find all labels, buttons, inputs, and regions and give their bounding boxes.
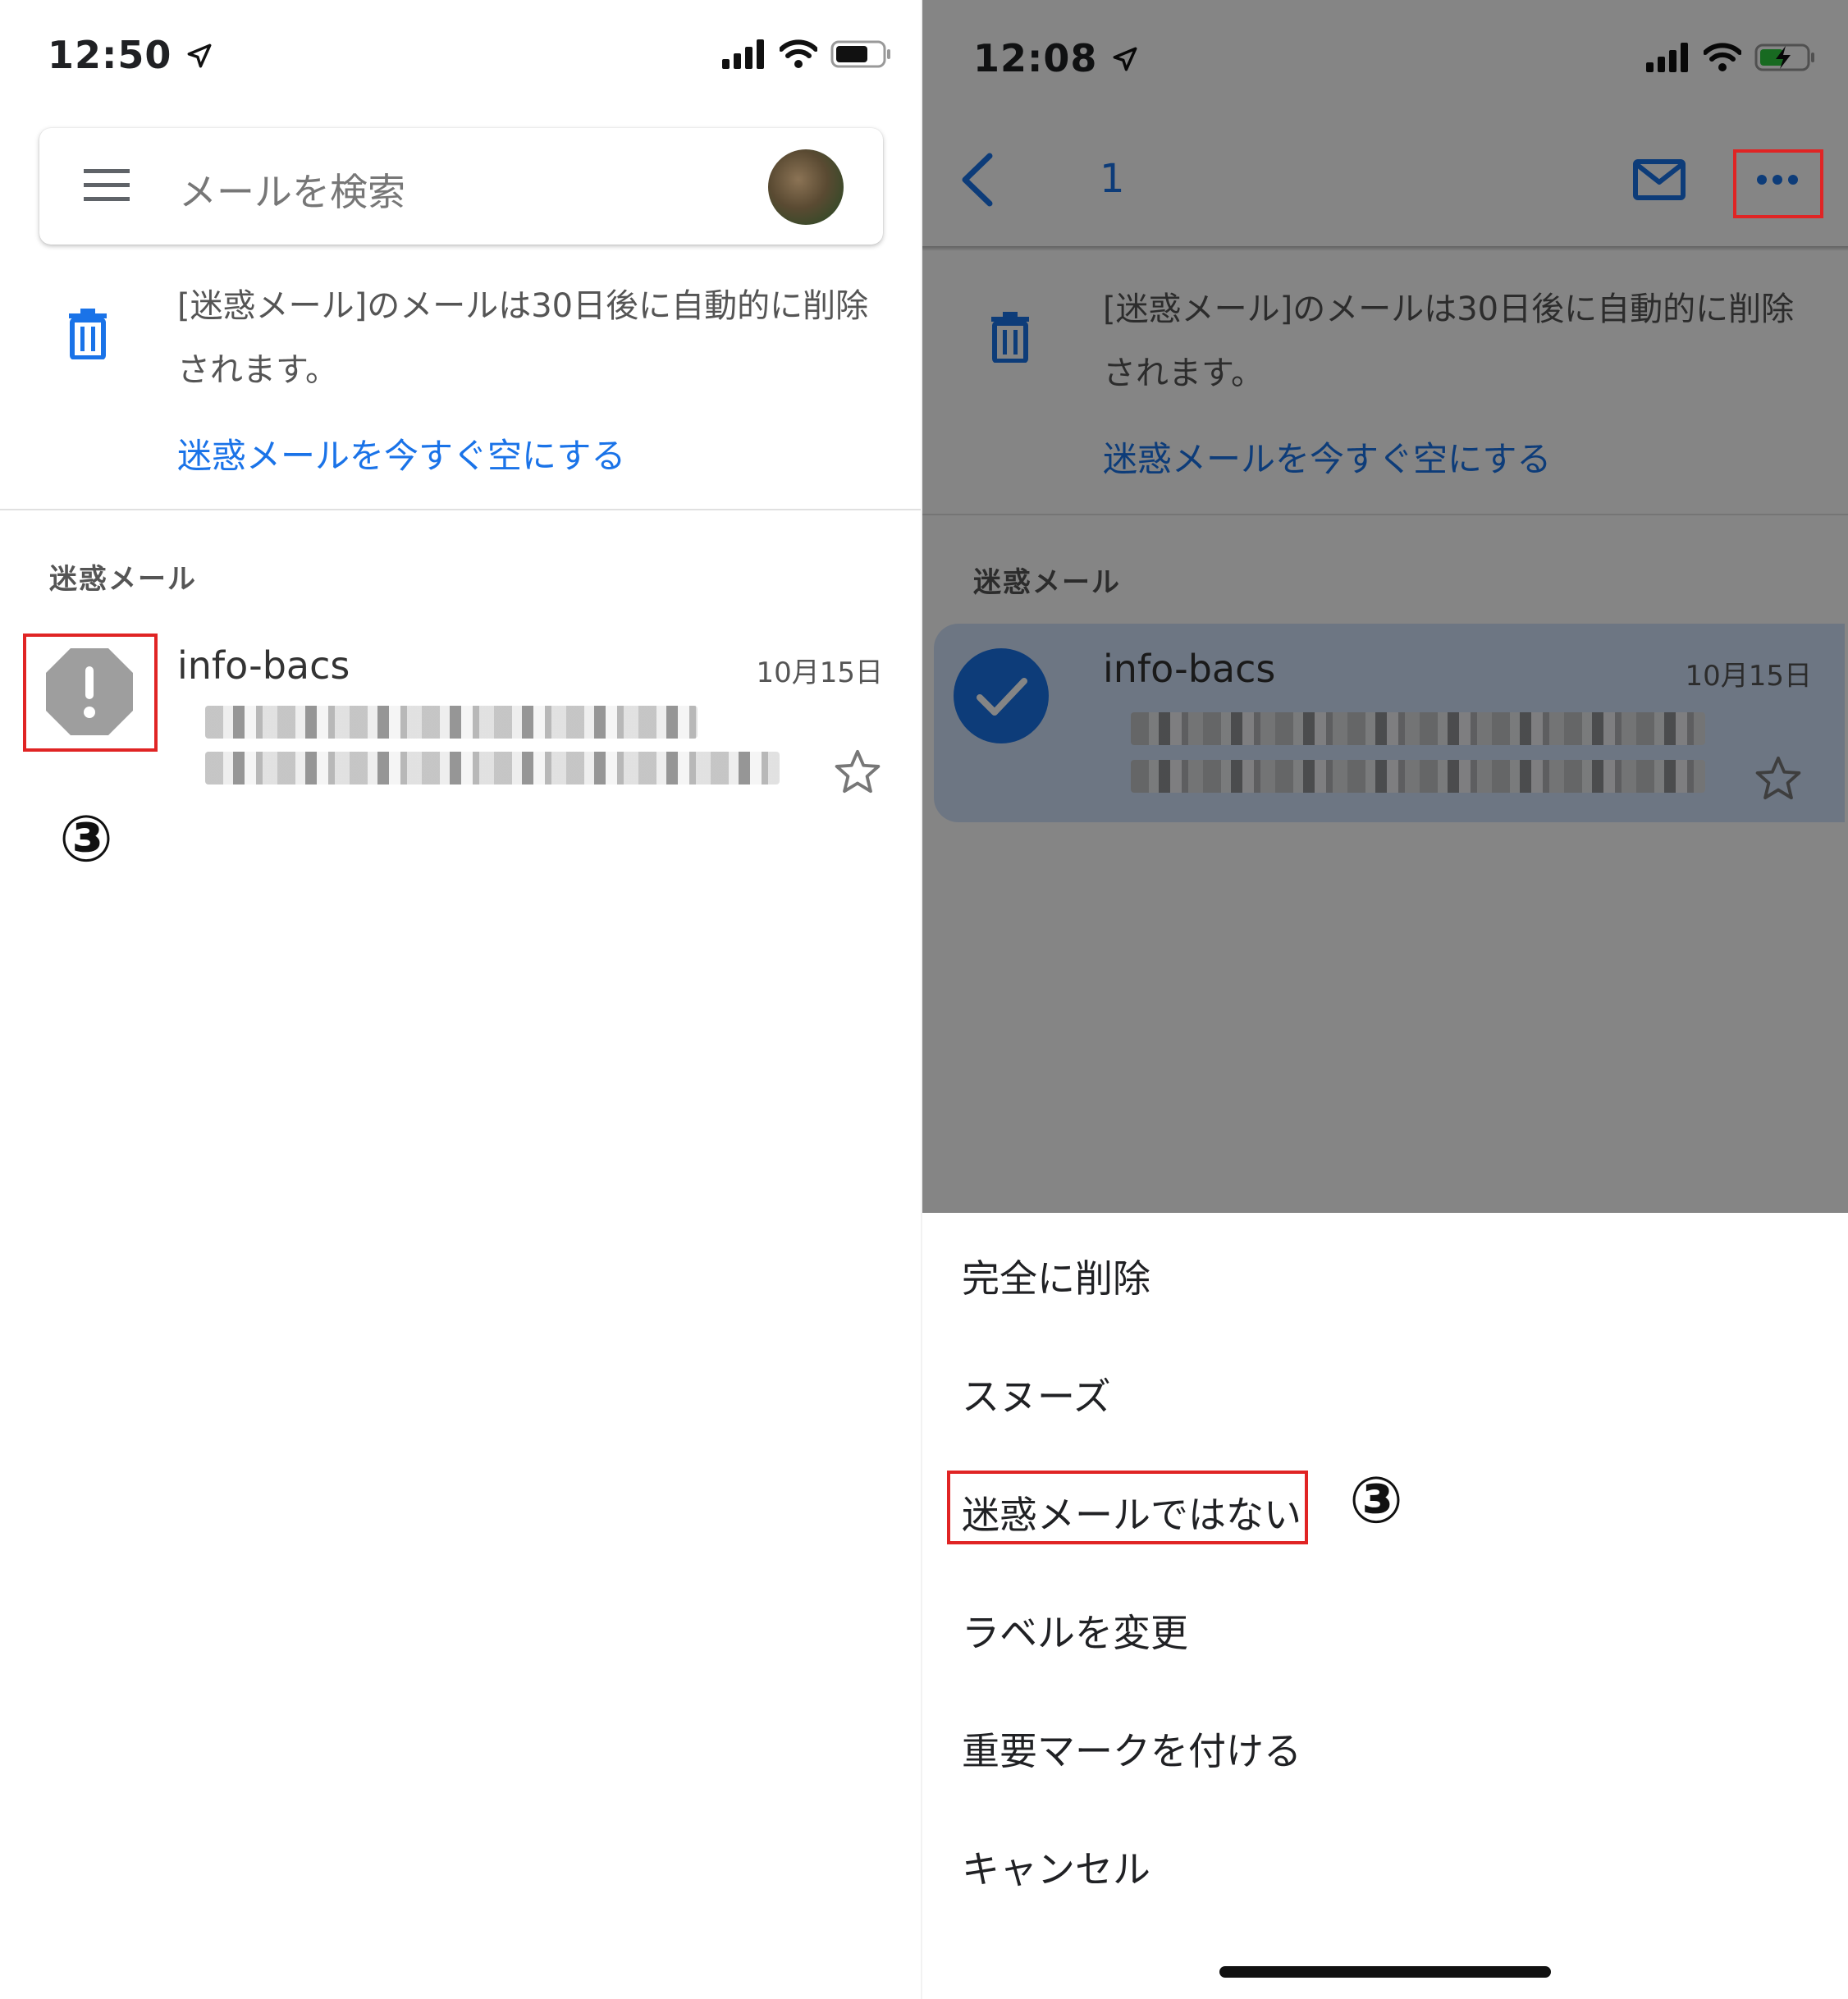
- battery-icon: [830, 40, 890, 68]
- step-marker: ③: [59, 803, 114, 876]
- location-arrow-icon: [188, 43, 212, 68]
- menu-snooze[interactable]: スヌーズ: [962, 1367, 1111, 1421]
- action-sheet: 完全に削除 スヌーズ 迷惑メールではない ラベルを変更 重要マークを付ける キャ…: [922, 1213, 1848, 1999]
- avatar[interactable]: [768, 149, 844, 225]
- home-indicator: [1219, 1966, 1551, 1978]
- status-icons: [722, 39, 893, 69]
- not-spam-highlight: [947, 1471, 1308, 1544]
- trash-icon: [69, 309, 107, 359]
- menu-cancel[interactable]: キャンセル: [962, 1840, 1150, 1894]
- star-icon[interactable]: [834, 748, 881, 794]
- menu-icon[interactable]: [84, 167, 131, 204]
- email-sender: info-bacs: [177, 643, 350, 688]
- step-marker: ③: [1349, 1464, 1404, 1538]
- wifi-icon: [780, 39, 817, 68]
- more-options-highlight: [1733, 149, 1823, 218]
- notice-text: [迷惑メール]のメールは30日後に自動的に削除 されます。: [177, 287, 869, 389]
- left-screen: 12:50 メールを検索 [迷惑メール]のメールは30日後に自動的に削除 されま…: [0, 0, 922, 1999]
- menu-delete-forever[interactable]: 完全に削除: [962, 1249, 1150, 1303]
- menu-change-labels[interactable]: ラベルを変更: [962, 1603, 1188, 1658]
- email-snippet-blurred: [205, 752, 780, 785]
- email-date: 10月15日: [756, 656, 883, 689]
- dim-overlay[interactable]: [922, 0, 1848, 1213]
- right-screen: 12:08 1 [迷惑メール]のメールは30日後に自動的に削除 されます。 迷惑…: [922, 0, 1848, 1999]
- status-time: 12:50: [48, 33, 213, 77]
- divider: [0, 509, 922, 510]
- email-subject-blurred: [205, 706, 698, 739]
- signal-icon: [722, 39, 764, 69]
- empty-spam-link[interactable]: 迷惑メールを今すぐ空にする: [177, 428, 625, 478]
- section-label: 迷惑メール: [49, 563, 197, 596]
- search-bar[interactable]: メールを検索: [39, 128, 883, 245]
- menu-mark-important[interactable]: 重要マークを付ける: [962, 1722, 1301, 1776]
- search-placeholder[interactable]: メールを検索: [179, 162, 405, 217]
- highlight-box: [23, 634, 158, 752]
